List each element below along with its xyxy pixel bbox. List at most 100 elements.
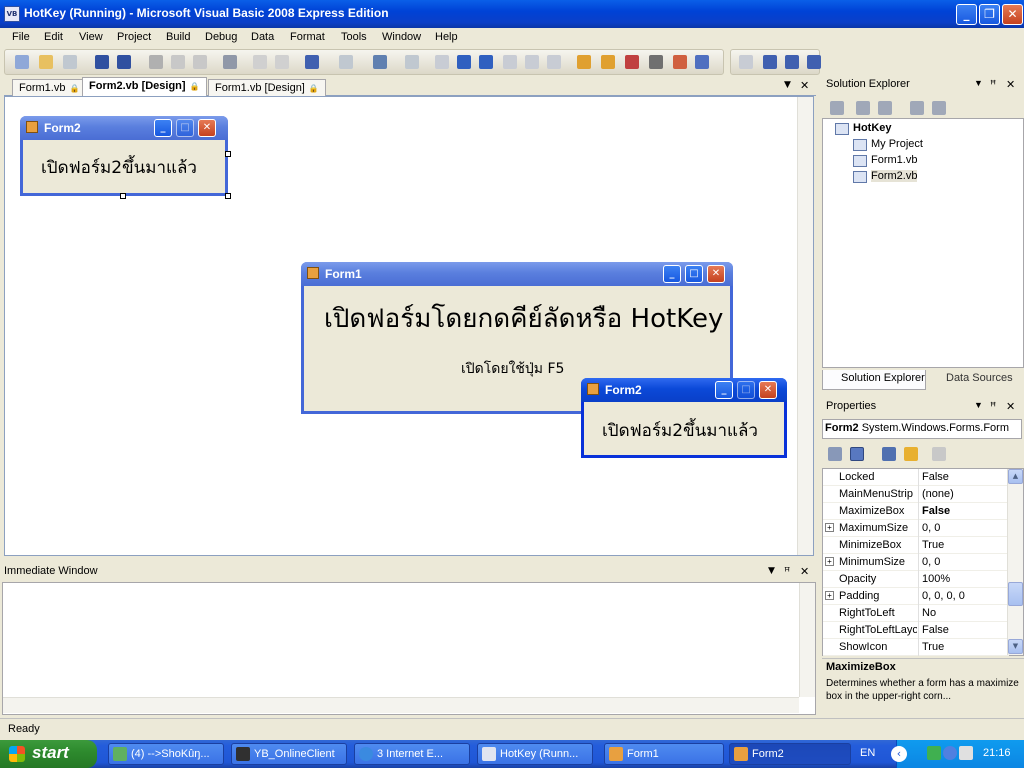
pause-icon[interactable] bbox=[457, 55, 471, 69]
menu-edit[interactable]: Edit bbox=[44, 31, 63, 43]
property-row[interactable]: MaximizeBox False bbox=[823, 503, 1009, 520]
scroll-down-icon[interactable]: ▼ bbox=[1008, 639, 1023, 654]
tab-form1-code[interactable]: Form1.vb 🔒 bbox=[12, 79, 87, 96]
comment-icon[interactable] bbox=[253, 55, 267, 69]
property-row[interactable]: + Padding 0, 0, 0, 0 bbox=[823, 588, 1009, 605]
toolbox-icon[interactable] bbox=[649, 55, 663, 69]
immediate-hscrollbar[interactable] bbox=[3, 697, 799, 713]
tab-form1-design[interactable]: Form1.vb [Design] 🔒 bbox=[208, 79, 326, 96]
immediate-window-editor[interactable] bbox=[2, 582, 816, 715]
indent-icon[interactable] bbox=[739, 55, 753, 69]
tab-data-sources[interactable]: Data Sources bbox=[928, 370, 1018, 390]
menu-format[interactable]: Format bbox=[290, 31, 325, 43]
expand-icon[interactable]: + bbox=[825, 523, 834, 532]
runtime-form1-titlebar[interactable]: Form1 _ □ ✕ bbox=[301, 262, 733, 286]
show-all-files-icon[interactable] bbox=[856, 101, 870, 115]
taskbar-item[interactable]: Form1 bbox=[604, 743, 724, 765]
tree-item-form2[interactable]: Form2.vb bbox=[871, 170, 918, 182]
alphabetical-icon[interactable] bbox=[850, 447, 864, 461]
bookmark-prev-icon[interactable] bbox=[807, 55, 821, 69]
navigate-back-icon[interactable] bbox=[373, 55, 387, 69]
property-row[interactable]: Opacity 100% bbox=[823, 571, 1009, 588]
taskbar-item[interactable]: HotKey (Runn... bbox=[477, 743, 593, 765]
network-icon[interactable] bbox=[927, 746, 941, 760]
form-close-button[interactable]: ✕ bbox=[759, 381, 777, 399]
panel-dropdown-icon[interactable]: ▼ bbox=[974, 400, 989, 410]
add-item-icon[interactable] bbox=[63, 55, 77, 69]
form-maximize-button[interactable]: □ bbox=[685, 265, 703, 283]
property-row[interactable]: + MaximumSize 0, 0 bbox=[823, 520, 1009, 537]
step-out-icon[interactable] bbox=[547, 55, 561, 69]
paste-icon[interactable] bbox=[193, 55, 207, 69]
properties-window-icon[interactable] bbox=[601, 55, 615, 69]
solution-explorer-icon[interactable] bbox=[577, 55, 591, 69]
menu-project[interactable]: Project bbox=[117, 31, 151, 43]
properties-icon[interactable] bbox=[830, 101, 844, 115]
property-row[interactable]: ShowIcon True bbox=[823, 639, 1009, 656]
step-into-icon[interactable] bbox=[503, 55, 517, 69]
property-pages-icon[interactable] bbox=[932, 447, 946, 461]
menu-build[interactable]: Build bbox=[166, 31, 190, 43]
runtime-form2-window[interactable]: Form2 _ □ ✕ เปิดฟอร์ม2ขึ้นมาแล้ว bbox=[581, 378, 787, 458]
uncomment-icon[interactable] bbox=[275, 55, 289, 69]
tree-item-form1[interactable]: Form1.vb bbox=[871, 154, 917, 166]
property-value[interactable]: False bbox=[922, 624, 949, 636]
resize-handle[interactable] bbox=[225, 193, 231, 199]
property-value[interactable]: 100% bbox=[922, 573, 950, 585]
tree-item-my-project[interactable]: My Project bbox=[871, 138, 923, 150]
expand-icon[interactable]: + bbox=[825, 591, 834, 600]
property-value[interactable]: 0, 0 bbox=[922, 522, 940, 534]
form-close-button[interactable]: ✕ bbox=[707, 265, 725, 283]
panel-dropdown-icon[interactable]: ▼ bbox=[974, 78, 989, 88]
expand-icon[interactable]: + bbox=[825, 557, 834, 566]
volume-icon[interactable] bbox=[959, 746, 973, 760]
menu-tools[interactable]: Tools bbox=[341, 31, 367, 43]
tree-project-hotkey[interactable]: HotKey bbox=[853, 122, 892, 134]
property-value[interactable]: No bbox=[922, 607, 936, 619]
close-button[interactable]: ✕ bbox=[1002, 4, 1023, 25]
redo-icon[interactable] bbox=[339, 55, 353, 69]
find-icon[interactable] bbox=[223, 55, 237, 69]
bookmark-next-icon[interactable] bbox=[785, 55, 799, 69]
start-page-icon[interactable] bbox=[695, 55, 709, 69]
design-form2-label[interactable]: เปิดฟอร์ม2ขึ้นมาแล้ว bbox=[41, 154, 197, 181]
form-minimize-button[interactable]: _ bbox=[715, 381, 733, 399]
resize-handle[interactable] bbox=[225, 151, 231, 157]
property-row[interactable]: RightToLeft No bbox=[823, 605, 1009, 622]
property-row[interactable]: + MinimumSize 0, 0 bbox=[823, 554, 1009, 571]
start-debug-icon[interactable] bbox=[435, 55, 449, 69]
open-file-icon[interactable] bbox=[39, 55, 53, 69]
property-value[interactable]: False bbox=[922, 471, 949, 483]
menu-debug[interactable]: Debug bbox=[205, 31, 237, 43]
property-row[interactable]: MainMenuStrip (none) bbox=[823, 486, 1009, 503]
copy-icon[interactable] bbox=[171, 55, 185, 69]
property-row[interactable]: Locked False bbox=[823, 469, 1009, 486]
property-row[interactable]: RightToLeftLayo False bbox=[823, 622, 1009, 639]
restore-button[interactable]: ❐ bbox=[979, 4, 1000, 25]
tab-list-dropdown-icon[interactable]: ▼ bbox=[784, 80, 791, 90]
minimize-button[interactable]: _ bbox=[956, 4, 977, 25]
panel-dropdown-icon[interactable]: ▼ bbox=[768, 566, 775, 576]
scroll-thumb[interactable] bbox=[1008, 582, 1023, 606]
immediate-vscrollbar[interactable] bbox=[799, 583, 815, 697]
resize-handle[interactable] bbox=[120, 193, 126, 199]
tab-form2-design[interactable]: Form2.vb [Design] 🔒 bbox=[82, 77, 207, 96]
start-button[interactable]: start bbox=[0, 740, 97, 768]
properties-view-icon[interactable] bbox=[882, 447, 896, 461]
form-minimize-button[interactable]: _ bbox=[663, 265, 681, 283]
save-icon[interactable] bbox=[95, 55, 109, 69]
design-form2-window[interactable]: Form2 _ □ ✕ เปิดฟอร์ม2ขึ้นมาแล้ว bbox=[20, 116, 228, 196]
property-row[interactable]: MinimizeBox True bbox=[823, 537, 1009, 554]
property-value[interactable]: False bbox=[922, 505, 950, 517]
taskbar-item-active[interactable]: Form2 bbox=[729, 743, 851, 765]
taskbar-item[interactable]: (4) -->ShoKûŋ... bbox=[108, 743, 224, 765]
refresh-icon[interactable] bbox=[878, 101, 892, 115]
close-tab-icon[interactable]: ✕ bbox=[800, 79, 809, 92]
step-over-icon[interactable] bbox=[525, 55, 539, 69]
scroll-up-icon[interactable]: ▲ bbox=[1008, 469, 1023, 484]
save-all-icon[interactable] bbox=[117, 55, 131, 69]
designer-scrollbar[interactable] bbox=[797, 97, 813, 555]
menu-help[interactable]: Help bbox=[435, 31, 458, 43]
menu-file[interactable]: File bbox=[12, 31, 30, 43]
property-value[interactable]: (none) bbox=[922, 488, 954, 500]
